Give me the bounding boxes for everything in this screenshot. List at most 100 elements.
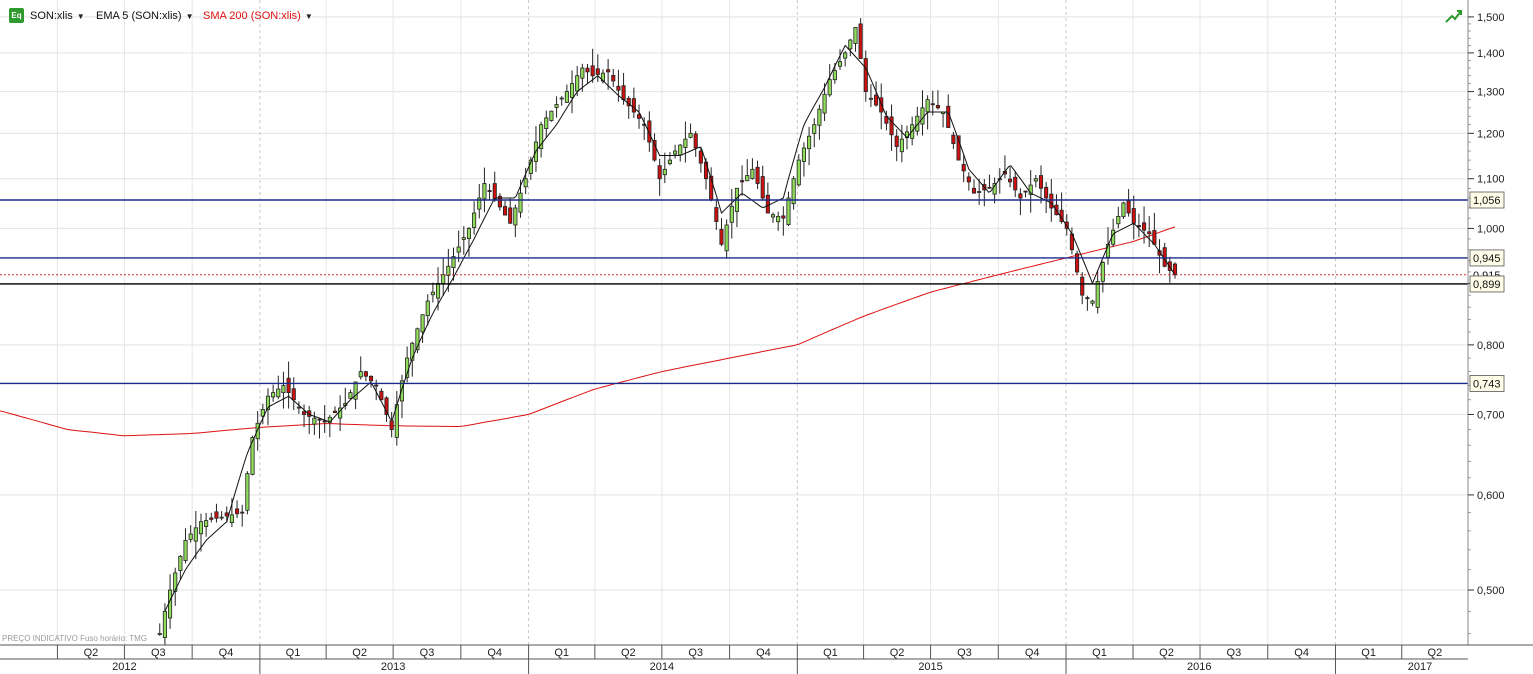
candle-body	[832, 70, 837, 81]
candle-body	[564, 91, 569, 103]
candle-body	[801, 147, 806, 162]
candle-body	[425, 300, 430, 317]
candle-body	[1080, 276, 1085, 296]
candle-body	[472, 212, 477, 228]
candle-body	[796, 159, 801, 186]
candle-body	[951, 134, 956, 144]
quarter-label: Q2	[890, 647, 905, 659]
candle-body	[1049, 193, 1054, 209]
symbol-selector[interactable]: SON:xlis ▼	[30, 10, 85, 22]
quarter-label: Q1	[1092, 647, 1107, 659]
candle-body	[435, 282, 441, 299]
candle-body	[935, 104, 940, 109]
quarter-label: Q3	[151, 647, 166, 659]
candlestick-series	[157, 18, 1178, 647]
candle-body	[348, 392, 353, 399]
candle-body	[508, 207, 513, 224]
equity-icon[interactable]: Eq	[9, 8, 24, 23]
candle-body	[760, 176, 765, 199]
candle-body	[441, 274, 446, 284]
candle-body	[420, 314, 425, 333]
candle-body	[688, 132, 693, 138]
year-label: 2014	[650, 661, 674, 673]
y-tick-label: 0,600	[1477, 490, 1505, 502]
candle-body	[925, 99, 930, 113]
candle-body	[446, 265, 451, 276]
candle-body	[1136, 225, 1141, 228]
year-label: 2017	[1408, 661, 1432, 673]
price-chart[interactable]: 1,5001,4001,3001,2001,1001,0000,9000,800…	[0, 0, 1533, 674]
candle-body	[204, 520, 209, 527]
candle-body	[868, 97, 873, 100]
candle-body	[580, 67, 585, 79]
candle-body	[363, 371, 368, 377]
candle-body	[837, 61, 843, 67]
quarter-label: Q3	[688, 647, 703, 659]
quarter-label: Q4	[219, 647, 234, 659]
candle-body	[183, 539, 188, 561]
candle-body	[1095, 281, 1100, 308]
candle-body	[971, 187, 977, 194]
candle-body	[209, 517, 214, 520]
candle-body	[786, 197, 791, 225]
candle-body	[1044, 186, 1049, 199]
candle-body	[616, 85, 621, 91]
symbol-label: SON:xlis	[30, 10, 73, 22]
quarter-label: Q1	[286, 647, 301, 659]
candle-body	[673, 150, 678, 155]
candle-body	[317, 418, 322, 421]
candle-body	[523, 178, 528, 188]
candle-body	[817, 108, 822, 126]
candle-body	[920, 107, 925, 125]
candle-body	[1121, 202, 1126, 218]
candle-body	[698, 150, 703, 164]
candle-body	[235, 508, 240, 515]
y-tick-label: 1,000	[1477, 223, 1505, 235]
candle-body	[487, 190, 492, 192]
ema-5-line	[164, 44, 1175, 612]
quarter-label: Q2	[1428, 647, 1443, 659]
candle-body	[1090, 300, 1095, 304]
candle-body	[729, 205, 734, 223]
candle-body	[606, 69, 611, 73]
y-tick-label: 1,100	[1477, 174, 1505, 186]
level-value-label: 0,945	[1473, 253, 1501, 265]
candle-body	[827, 79, 832, 96]
quarter-label: Q3	[420, 647, 435, 659]
trend-chart-icon[interactable]	[1444, 8, 1464, 24]
candle-body	[1126, 200, 1131, 214]
candle-body	[1142, 222, 1147, 231]
level-value-label: 0,899	[1473, 279, 1501, 291]
quarter-label: Q3	[957, 647, 972, 659]
candle-body	[621, 85, 626, 101]
year-label: 2013	[381, 661, 405, 673]
candle-body	[770, 214, 776, 218]
candle-body	[807, 135, 812, 150]
candle-body	[776, 216, 781, 223]
ema-indicator-selector[interactable]: EMA 5 (SON:xlis) ▼	[96, 10, 194, 22]
candle-body	[1131, 208, 1136, 224]
candle-body	[1013, 176, 1018, 191]
candle-body	[683, 138, 688, 148]
candle-body	[657, 165, 662, 180]
quarter-label: Q3	[1227, 647, 1242, 659]
y-tick-label: 0,700	[1477, 410, 1505, 422]
level-value-label: 0,743	[1473, 378, 1501, 390]
candle-body	[977, 191, 982, 193]
candle-body	[369, 375, 374, 382]
candle-body	[1100, 262, 1105, 282]
candle-body	[667, 159, 672, 165]
candle-body	[461, 237, 466, 240]
sma-indicator-selector[interactable]: SMA 200 (SON:xlis) ▼	[203, 10, 313, 22]
chevron-down-icon: ▼	[185, 12, 194, 21]
y-axis: 1,5001,4001,3001,2001,1001,0000,9000,800…	[1467, 0, 1533, 645]
year-label: 2016	[1187, 661, 1211, 673]
candle-body	[430, 291, 435, 296]
candle-body	[157, 633, 162, 635]
watermark-text: PREÇO INDICATIVO Fuso horário: TMG	[2, 634, 148, 643]
candle-body	[224, 512, 229, 517]
candle-body	[559, 97, 564, 100]
candle-body	[812, 124, 817, 134]
candle-body	[719, 228, 724, 245]
candle-body	[358, 371, 363, 378]
